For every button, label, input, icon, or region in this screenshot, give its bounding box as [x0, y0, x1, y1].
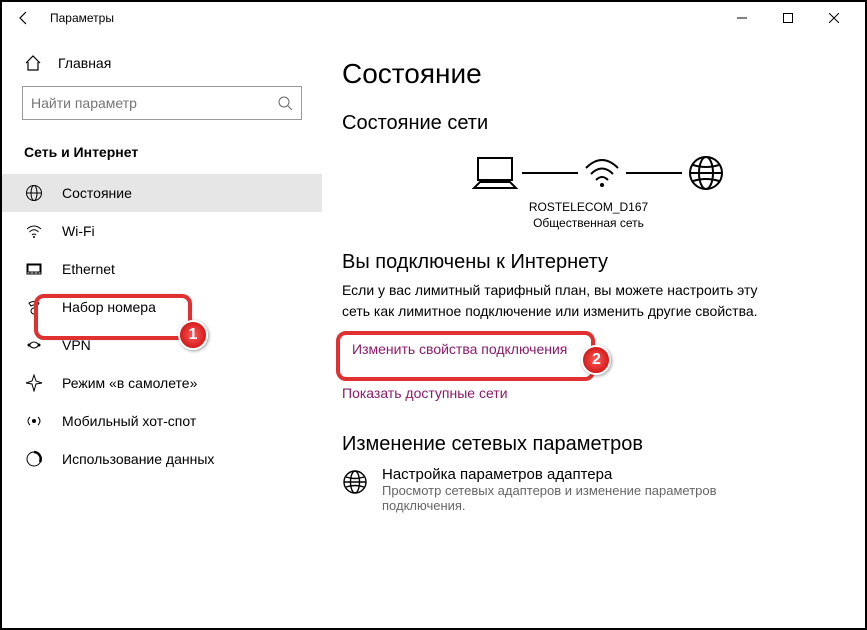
search-field[interactable] — [31, 95, 277, 111]
device-icon — [472, 154, 518, 192]
connected-heading: Вы подключены к Интернету — [342, 251, 835, 274]
vpn-icon — [24, 336, 44, 354]
globe-icon — [24, 184, 44, 202]
dialup-icon — [24, 298, 44, 316]
annotation-badge-2: 2 — [581, 345, 611, 375]
connector-line — [626, 172, 682, 174]
close-button[interactable] — [811, 2, 857, 34]
network-diagram — [342, 153, 835, 193]
page-title: Состояние — [342, 58, 835, 90]
sidebar-item-hotspot[interactable]: Мобильный хот-спот — [2, 402, 322, 440]
data-usage-icon — [24, 450, 44, 468]
change-params-heading: Изменение сетевых параметров — [342, 433, 835, 456]
adapter-title: Настройка параметров адаптера — [382, 466, 762, 483]
adapter-globe-icon — [342, 469, 368, 513]
minimize-button[interactable] — [719, 2, 765, 34]
wifi-icon — [24, 222, 44, 240]
adapter-settings-row[interactable]: Настройка параметров адаптера Просмотр с… — [342, 466, 835, 513]
home-nav[interactable]: Главная — [2, 48, 322, 86]
nav-label: Wi-Fi — [62, 223, 95, 239]
wifi-signal-icon — [582, 154, 622, 192]
titlebar: Параметры — [2, 2, 865, 34]
nav-label: Состояние — [62, 185, 132, 201]
back-button[interactable] — [10, 4, 38, 32]
sidebar-item-status[interactable]: Состояние — [2, 174, 322, 212]
annotation-badge-1: 1 — [178, 320, 208, 350]
sidebar-item-vpn[interactable]: VPN — [2, 326, 322, 364]
search-input[interactable] — [22, 86, 302, 120]
sidebar-item-datausage[interactable]: Использование данных — [2, 440, 322, 478]
home-icon — [24, 54, 42, 72]
window-title: Параметры — [50, 11, 114, 25]
network-caption: ROSTELECOM_D167 Общественная сеть — [342, 199, 835, 231]
network-type: Общественная сеть — [342, 215, 835, 231]
sidebar-item-wifi[interactable]: Wi-Fi — [2, 212, 322, 250]
sidebar-item-ethernet[interactable]: Ethernet — [2, 250, 322, 288]
airplane-icon — [24, 374, 44, 392]
nav-label: Использование данных — [62, 451, 214, 467]
hotspot-icon — [24, 412, 44, 430]
nav-label: VPN — [62, 337, 91, 353]
sidebar-item-dialup[interactable]: Набор номера — [2, 288, 322, 326]
nav-label: Ethernet — [62, 261, 115, 277]
nav-label: Набор номера — [62, 299, 156, 315]
link-change-connection-props[interactable]: Изменить свойства подключения — [352, 341, 567, 357]
maximize-button[interactable] — [765, 2, 811, 34]
internet-globe-icon — [686, 153, 726, 193]
sidebar-item-airplane[interactable]: Режим «в самолете» — [2, 364, 322, 402]
adapter-subtitle: Просмотр сетевых адаптеров и изменение п… — [382, 483, 762, 513]
sidebar: Главная Сеть и Интернет Состояние Wi-Fi … — [2, 34, 322, 628]
section-header: Сеть и Интернет — [2, 140, 322, 174]
ethernet-icon — [24, 260, 44, 278]
home-label: Главная — [58, 55, 111, 71]
status-heading: Состояние сети — [342, 112, 835, 135]
connector-line — [522, 172, 578, 174]
settings-window: Параметры Главная Сеть и Интернет — [0, 0, 867, 630]
connected-text: Если у вас лимитный тарифный план, вы мо… — [342, 280, 762, 321]
search-icon — [277, 95, 293, 111]
nav-label: Режим «в самолете» — [62, 375, 197, 391]
main-content: Состояние Состояние сети ROSTELECOM_D167… — [322, 34, 865, 628]
link-show-networks[interactable]: Показать доступные сети — [342, 385, 508, 401]
network-name: ROSTELECOM_D167 — [342, 199, 835, 215]
nav-label: Мобильный хот-спот — [62, 413, 196, 429]
